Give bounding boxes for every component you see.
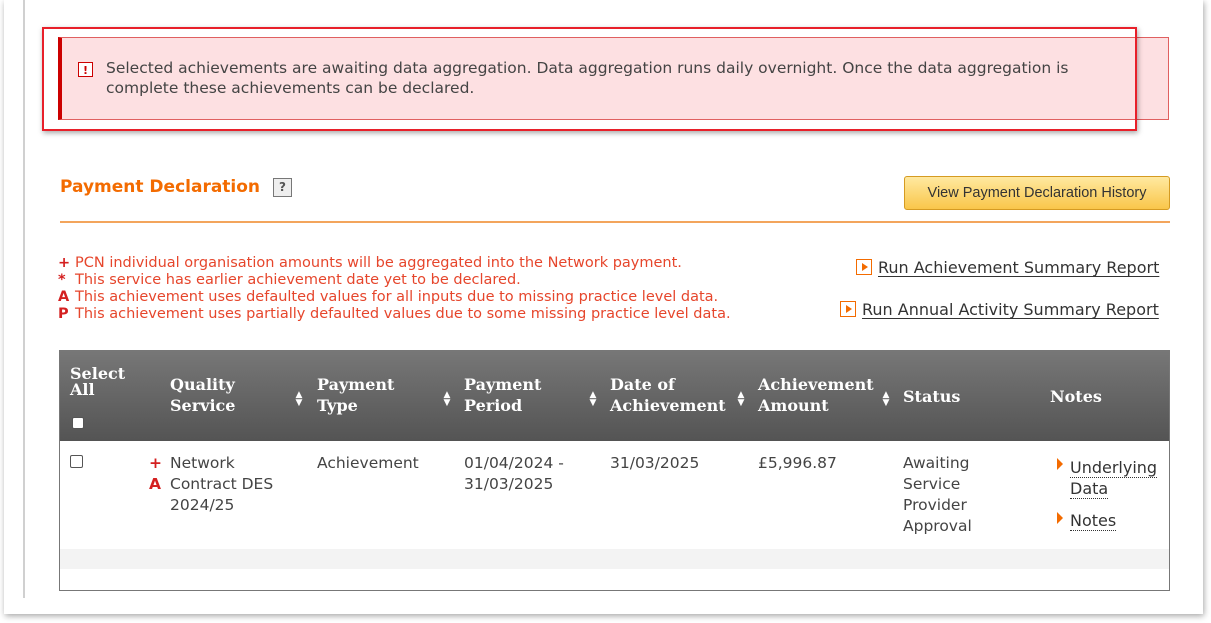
quality-service-cell: Network Contract DES 2024/25 — [170, 453, 273, 516]
select-all-checkbox[interactable] — [72, 417, 84, 429]
legend-marker: A — [58, 289, 70, 305]
sort-icon[interactable]: ▲ ▼ — [442, 391, 452, 408]
play-icon — [856, 259, 872, 275]
header-label: Achievement — [758, 375, 874, 394]
legend-item: * This service has earlier achievement da… — [58, 272, 731, 289]
cell-line: Network — [170, 454, 235, 472]
cell-line: Service — [903, 475, 961, 493]
achievements-table: Select All Quality Service ▲ ▼ Payment Ty… — [59, 350, 1170, 591]
header-payment-period[interactable]: Payment Period — [464, 374, 541, 416]
run-annual-activity-summary-report-link[interactable]: Run Annual Activity Summary Report — [840, 300, 1159, 319]
header-achievement-amount[interactable]: Achievement Amount — [758, 374, 874, 416]
left-divider — [23, 0, 25, 598]
sort-icon[interactable]: ▲ ▼ — [736, 391, 746, 408]
legend-text: This service has earlier achievement dat… — [75, 272, 521, 288]
page-title: Payment Declaration — [60, 177, 261, 197]
alert-message: Selected achievements are awaiting data … — [106, 59, 1069, 97]
exclamation-icon: ! — [78, 62, 93, 77]
legend-item: P This achievement uses partially default… — [58, 306, 731, 323]
legend-item: A This achievement uses defaulted values … — [58, 289, 731, 306]
achievement-amount-cell: £5,996.87 — [758, 454, 837, 472]
arrow-right-icon — [1057, 512, 1063, 524]
play-icon — [840, 301, 856, 317]
legend-item: + PCN individual organisation amounts wil… — [58, 255, 731, 272]
header-label: Type — [317, 396, 358, 415]
underlying-data-link[interactable]: Underlying Data — [1070, 457, 1158, 499]
link-label: Data — [1070, 479, 1109, 499]
payment-period-cell: 01/04/2024 - 31/03/2025 — [464, 453, 564, 495]
header-label: Period — [464, 396, 523, 415]
cell-line: Awaiting — [903, 454, 970, 472]
legend: + PCN individual organisation amounts wil… — [58, 255, 731, 323]
header-quality-service[interactable]: Quality Service — [170, 374, 235, 416]
defaulted-values-marker: A — [149, 475, 161, 493]
header-label: Payment — [464, 375, 542, 394]
link-label: Notes — [1070, 511, 1117, 531]
cell-line: 2024/25 — [170, 496, 235, 514]
header-payment-type[interactable]: Payment Type — [317, 374, 394, 416]
report-link-label: Run Achievement Summary Report — [878, 258, 1160, 277]
legend-marker: P — [58, 306, 69, 322]
legend-text: PCN individual organisation amounts will… — [75, 255, 682, 271]
pcn-aggregation-marker: + — [149, 454, 162, 472]
link-label: Underlying — [1070, 458, 1158, 478]
header-status: Status — [903, 387, 961, 406]
cell-line: 31/03/2025 — [464, 475, 554, 493]
header-label: Payment — [317, 375, 395, 394]
header-notes: Notes — [1050, 387, 1102, 406]
legend-text: This achievement uses partially defaulte… — [75, 306, 731, 322]
cell-line: Contract DES — [170, 475, 274, 493]
sort-icon[interactable]: ▲ ▼ — [881, 391, 891, 408]
header-label: Date of — [610, 375, 675, 394]
row-select-checkbox[interactable] — [70, 455, 83, 468]
date-of-achievement-cell: 31/03/2025 — [610, 454, 700, 472]
cell-line: 01/04/2024 - — [464, 454, 564, 472]
notes-link[interactable]: Notes — [1070, 510, 1117, 531]
help-icon[interactable]: ? — [273, 178, 292, 197]
status-cell: Awaiting Service Provider Approval — [903, 453, 972, 537]
header-date-of-achievement[interactable]: Date of Achievement — [610, 374, 726, 416]
legend-marker: * — [58, 272, 66, 288]
header-label: Quality — [170, 375, 235, 394]
sort-icon[interactable]: ▲ ▼ — [588, 391, 598, 408]
payment-type-cell: Achievement — [317, 454, 419, 472]
section-divider — [60, 221, 1170, 223]
legend-text: This achievement uses defaulted values f… — [75, 289, 719, 305]
arrow-right-icon — [1057, 458, 1063, 470]
report-link-label: Run Annual Activity Summary Report — [862, 300, 1159, 319]
header-label: Achievement — [610, 396, 726, 415]
legend-marker: + — [58, 255, 71, 271]
cell-line: Provider — [903, 496, 967, 514]
cell-line: Approval — [903, 517, 972, 535]
header-label: Amount — [758, 396, 829, 415]
run-achievement-summary-report-link[interactable]: Run Achievement Summary Report — [856, 258, 1159, 277]
sort-icon[interactable]: ▲ ▼ — [294, 391, 304, 408]
header-label: Service — [170, 396, 236, 415]
header-select-all: Select All — [70, 363, 125, 400]
view-payment-declaration-history-button[interactable]: View Payment Declaration History — [904, 176, 1170, 210]
table-header: Select All Quality Service ▲ ▼ Payment Ty… — [60, 351, 1169, 441]
table-footer-row — [60, 549, 1169, 569]
